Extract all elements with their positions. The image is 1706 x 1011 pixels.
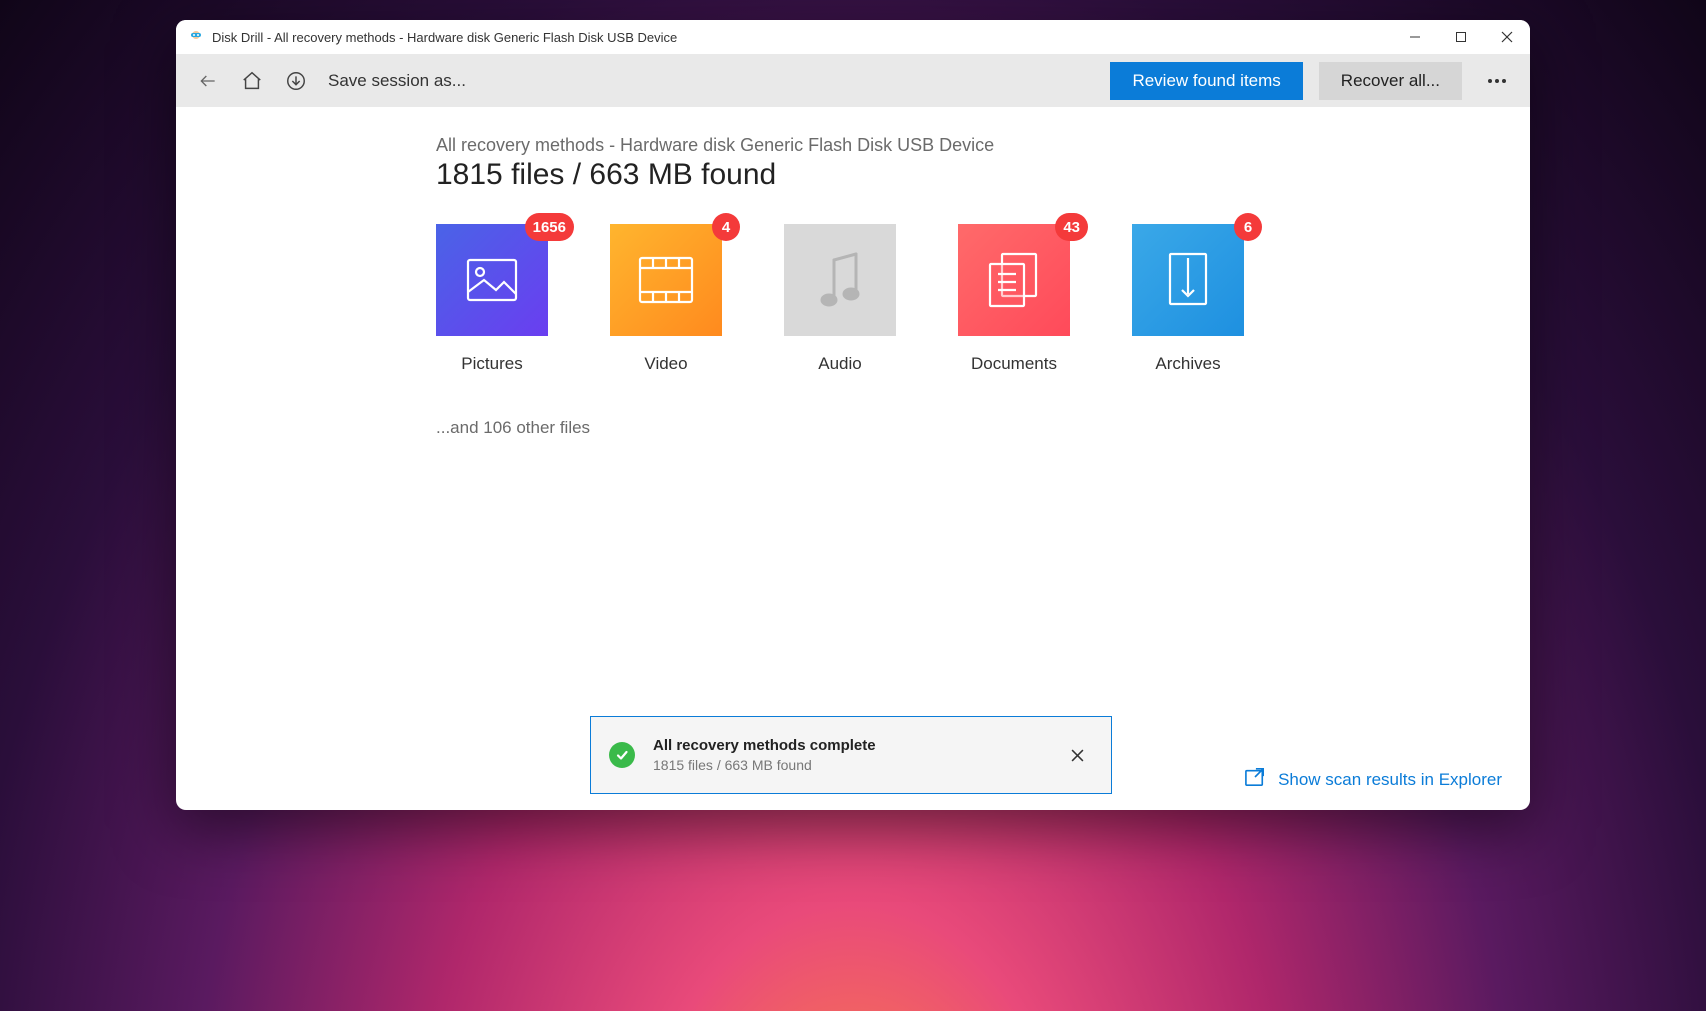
home-button[interactable] bbox=[232, 61, 272, 101]
video-label: Video bbox=[610, 354, 722, 374]
minimize-button[interactable] bbox=[1392, 20, 1438, 54]
audio-tile bbox=[784, 224, 896, 336]
category-pictures[interactable]: 1656 Pictures bbox=[436, 224, 548, 374]
app-icon bbox=[188, 29, 204, 45]
results-headline: 1815 files / 663 MB found bbox=[436, 158, 1530, 192]
notification-body: All recovery methods complete 1815 files… bbox=[653, 735, 1063, 776]
save-session-label[interactable]: Save session as... bbox=[328, 71, 466, 91]
category-archives[interactable]: 6 Archives bbox=[1132, 224, 1244, 374]
video-tile: 4 bbox=[610, 224, 722, 336]
pictures-badge: 1656 bbox=[525, 213, 574, 241]
check-icon bbox=[609, 742, 635, 768]
pictures-label: Pictures bbox=[436, 354, 548, 374]
category-documents[interactable]: 43 Documents bbox=[958, 224, 1070, 374]
archives-badge: 6 bbox=[1234, 213, 1262, 241]
window-title: Disk Drill - All recovery methods - Hard… bbox=[212, 30, 677, 45]
audio-label: Audio bbox=[784, 354, 896, 374]
notification-subtitle: 1815 files / 663 MB found bbox=[653, 756, 1063, 776]
archives-tile: 6 bbox=[1132, 224, 1244, 336]
toolbar: Save session as... Review found items Re… bbox=[176, 54, 1530, 107]
pictures-tile: 1656 bbox=[436, 224, 548, 336]
save-session-icon[interactable] bbox=[276, 61, 316, 101]
category-video[interactable]: 4 Video bbox=[610, 224, 722, 374]
recover-all-button[interactable]: Recover all... bbox=[1319, 62, 1462, 100]
review-found-items-button[interactable]: Review found items bbox=[1110, 62, 1302, 100]
app-window: Disk Drill - All recovery methods - Hard… bbox=[176, 20, 1530, 810]
completion-notification: All recovery methods complete 1815 files… bbox=[590, 716, 1112, 794]
breadcrumb: All recovery methods - Hardware disk Gen… bbox=[436, 135, 1530, 156]
window-controls bbox=[1392, 20, 1530, 54]
maximize-button[interactable] bbox=[1438, 20, 1484, 54]
close-button[interactable] bbox=[1484, 20, 1530, 54]
content-area: All recovery methods - Hardware disk Gen… bbox=[176, 107, 1530, 810]
notification-title: All recovery methods complete bbox=[653, 735, 1063, 756]
titlebar: Disk Drill - All recovery methods - Hard… bbox=[176, 20, 1530, 54]
documents-label: Documents bbox=[958, 354, 1070, 374]
archives-label: Archives bbox=[1132, 354, 1244, 374]
video-badge: 4 bbox=[712, 213, 740, 241]
category-audio[interactable]: Audio bbox=[784, 224, 896, 374]
show-in-explorer-link[interactable]: Show scan results in Explorer bbox=[1244, 767, 1502, 792]
more-button[interactable] bbox=[1476, 61, 1518, 101]
other-files-text[interactable]: ...and 106 other files bbox=[436, 418, 1530, 438]
show-in-explorer-label: Show scan results in Explorer bbox=[1278, 770, 1502, 790]
documents-tile: 43 bbox=[958, 224, 1070, 336]
notification-close-button[interactable] bbox=[1063, 741, 1091, 769]
open-folder-icon bbox=[1244, 767, 1266, 792]
category-grid: 1656 Pictures 4 Video Audio bbox=[436, 224, 1530, 374]
back-button[interactable] bbox=[188, 61, 228, 101]
documents-badge: 43 bbox=[1055, 213, 1088, 241]
